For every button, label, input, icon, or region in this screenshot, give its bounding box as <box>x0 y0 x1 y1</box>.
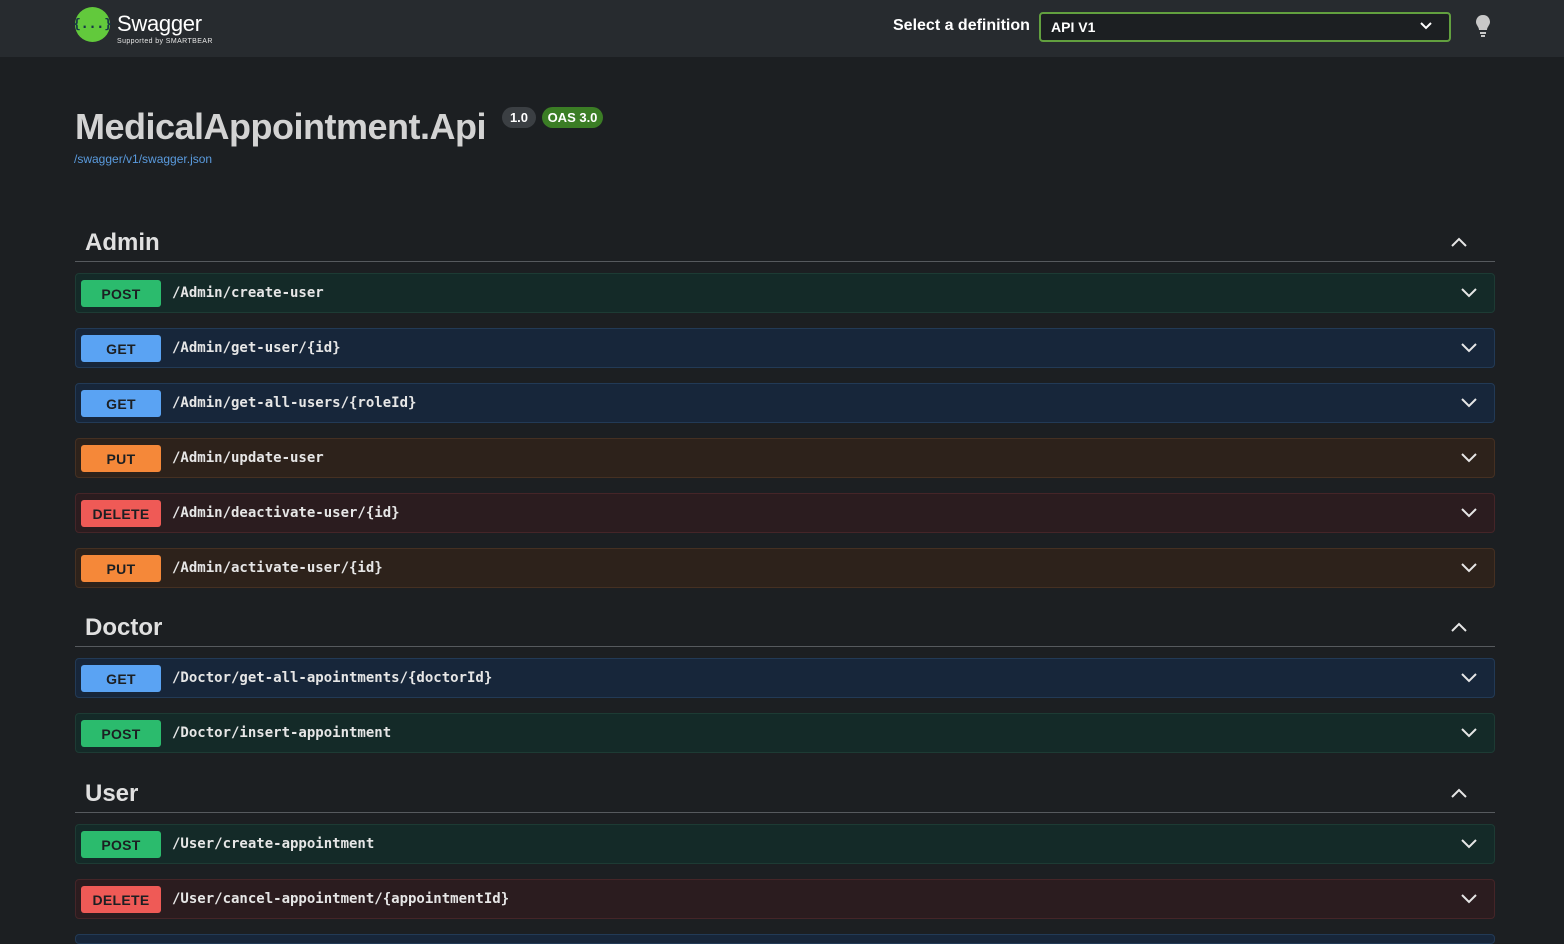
tag-name: Admin <box>85 229 160 256</box>
method-badge: PUT <box>81 555 161 582</box>
operation-row[interactable]: DELETE /Admin/deactivate-user/{id} <box>75 493 1495 533</box>
lightbulb-icon[interactable] <box>1474 14 1492 38</box>
operation-row[interactable]: GET /Admin/get-user/{id} <box>75 328 1495 368</box>
method-badge: PUT <box>81 445 161 472</box>
definition-select[interactable]: API V1 <box>1039 12 1451 42</box>
chevron-up-icon <box>1451 622 1467 632</box>
method-badge: POST <box>81 720 161 747</box>
top-bar: {...} Swagger Supported by SMARTBEAR Sel… <box>0 0 1564 57</box>
operation-row[interactable]: PUT /Admin/update-user <box>75 438 1495 478</box>
operation-path: /Admin/update-user <box>172 450 324 466</box>
api-title: MedicalAppointment.Api <box>75 106 487 147</box>
tag-name: User <box>85 780 139 807</box>
chevron-down-icon <box>1461 894 1477 904</box>
method-badge: POST <box>81 280 161 307</box>
chevron-down-icon <box>1420 22 1432 30</box>
method-badge: POST <box>81 831 161 858</box>
method-badge: GET <box>81 335 161 362</box>
operation-row-partial[interactable] <box>75 934 1495 944</box>
swagger-logo[interactable]: {...} Swagger Supported by SMARTBEAR <box>73 7 225 47</box>
method-badge: GET <box>81 665 161 692</box>
operation-path: /Admin/create-user <box>172 285 324 301</box>
operation-row[interactable]: POST /User/create-appointment <box>75 824 1495 864</box>
chevron-up-icon <box>1451 788 1467 798</box>
chevron-up-icon <box>1451 237 1467 247</box>
logo-subtitle: Supported by SMARTBEAR <box>117 38 213 45</box>
operation-path: /Admin/get-user/{id} <box>172 340 341 356</box>
tag-doctor[interactable]: Doctor <box>75 607 1495 647</box>
operation-path: /Doctor/insert-appointment <box>172 725 392 741</box>
chevron-down-icon <box>1461 839 1477 849</box>
chevron-down-icon <box>1461 673 1477 683</box>
chevron-down-icon <box>1461 398 1477 408</box>
operation-path: /Admin/get-all-users/{roleId} <box>172 395 417 411</box>
operation-row[interactable]: GET /Doctor/get-all-apointments/{doctorI… <box>75 658 1495 698</box>
chevron-down-icon <box>1461 288 1477 298</box>
tag-admin[interactable]: Admin <box>75 222 1495 262</box>
chevron-down-icon <box>1461 343 1477 353</box>
chevron-down-icon <box>1461 728 1477 738</box>
definition-select-value: API V1 <box>1051 19 1096 35</box>
operation-row[interactable]: POST /Admin/create-user <box>75 273 1495 313</box>
operation-row[interactable]: DELETE /User/cancel-appointment/{appoint… <box>75 879 1495 919</box>
operation-path: /Admin/deactivate-user/{id} <box>172 505 400 521</box>
method-badge: DELETE <box>81 500 161 527</box>
method-badge: DELETE <box>81 886 161 913</box>
tag-name: Doctor <box>85 614 163 641</box>
operation-path: /Admin/activate-user/{id} <box>172 560 383 576</box>
operation-row[interactable]: GET /Admin/get-all-users/{roleId} <box>75 383 1495 423</box>
method-badge: GET <box>81 390 161 417</box>
operation-path: /User/cancel-appointment/{appointmentId} <box>172 891 510 907</box>
logo-name: Swagger <box>117 11 202 36</box>
version-badge: 1.0 <box>502 107 536 128</box>
chevron-down-icon <box>1461 563 1477 573</box>
oas-badge: OAS 3.0 <box>542 107 603 128</box>
operation-row[interactable]: PUT /Admin/activate-user/{id} <box>75 548 1495 588</box>
operation-path: /Doctor/get-all-apointments/{doctorId} <box>172 670 493 686</box>
swagger-logo-icon: {...} <box>73 7 112 42</box>
chevron-down-icon <box>1461 453 1477 463</box>
chevron-down-icon <box>1461 508 1477 518</box>
spec-json-link[interactable]: /swagger/v1/swagger.json <box>74 152 212 166</box>
tag-user[interactable]: User <box>75 773 1495 813</box>
operation-row[interactable]: POST /Doctor/insert-appointment <box>75 713 1495 753</box>
operation-path: /User/create-appointment <box>172 836 375 852</box>
select-definition-label: Select a definition <box>893 17 1030 34</box>
